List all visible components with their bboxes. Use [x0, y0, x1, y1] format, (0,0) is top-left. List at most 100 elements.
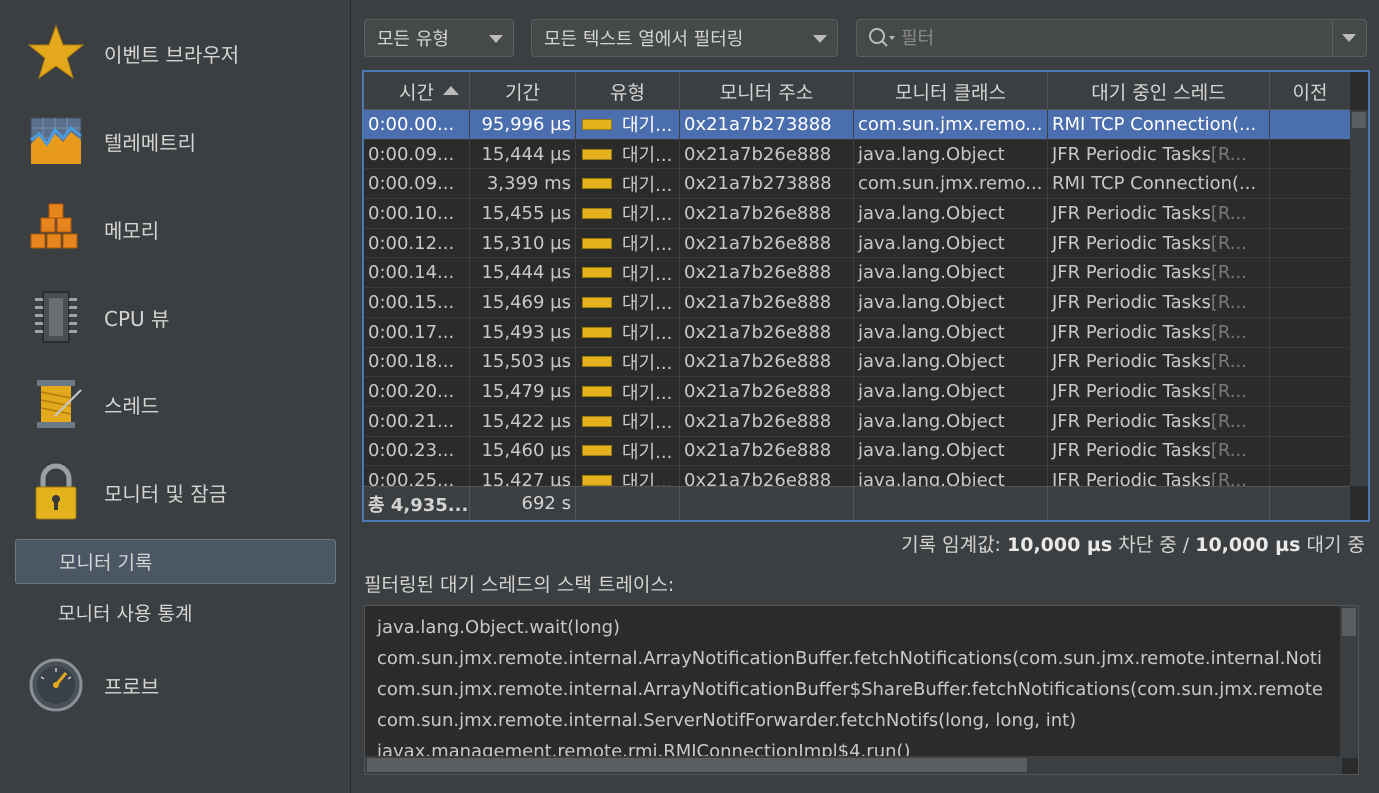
table-row[interactable]: 0:00.12... 15,310 µs 대기... 0x21a7b26e888 jav…: [364, 228, 1350, 259]
scrollbar-thumb[interactable]: [367, 758, 1027, 772]
cell-type: 대기...: [576, 466, 680, 486]
search-icon[interactable]: [867, 26, 897, 55]
cell-time: 0:00.09...: [364, 169, 470, 199]
sidebar-item-threads[interactable]: 스레드: [0, 364, 351, 444]
column-header-monitor-class[interactable]: 모니터 클래스: [854, 72, 1048, 110]
cell-previous: [1270, 377, 1350, 406]
table-row[interactable]: 0:00.23... 15,460 µs 대기... 0x21a7b26e888 jav…: [364, 436, 1350, 467]
scrollbar-thumb[interactable]: [1342, 608, 1356, 636]
cell-previous: [1270, 466, 1350, 486]
cell-duration: 15,493 µs: [470, 317, 576, 347]
wait-type-swatch-icon: [582, 445, 612, 457]
filter-history-dropdown-button[interactable]: [1332, 20, 1366, 56]
cell-duration: 15,427 µs: [470, 466, 576, 486]
table-row[interactable]: 0:00.17... 15,493 µs 대기... 0x21a7b26e888 jav…: [364, 317, 1350, 348]
thread-name: JFR Periodic Tasks: [1052, 291, 1211, 313]
cell-waiting-thread: JFR Periodic Tasks [R...: [1048, 139, 1270, 169]
stack-frame[interactable]: com.sun.jmx.remote.internal.ArrayNotific…: [365, 643, 1358, 674]
thread-name: JFR Periodic Tasks: [1052, 202, 1211, 224]
thread-name: JFR Periodic Tasks: [1052, 381, 1211, 403]
cell-type: 대기...: [576, 169, 680, 199]
cell-duration: 15,503 µs: [470, 347, 576, 377]
column-header-duration[interactable]: 기간: [470, 72, 576, 110]
thread-state: [R...: [1210, 410, 1247, 432]
column-header-previous[interactable]: 이전: [1270, 72, 1350, 110]
cell-time: 0:00.00...: [364, 110, 470, 139]
sidebar-item-telemetry[interactable]: 텔레메트리: [0, 101, 351, 181]
cell-waiting-thread: JFR Periodic Tasks [R...: [1048, 317, 1270, 347]
thread-state: [R...: [1210, 351, 1247, 373]
cell-time: 0:00.20...: [364, 377, 470, 406]
table-row[interactable]: 0:00.09... 3,399 ms 대기... 0x21a7b273888 com.…: [364, 169, 1350, 200]
column-header-time[interactable]: 시간: [364, 72, 470, 110]
thread-name: JFR Periodic Tasks: [1052, 321, 1211, 343]
main-panel: 모든 유형 모든 텍스트 열에서 필터링 시간 기간 유형 모니터 주소 모니터…: [352, 0, 1379, 793]
sidebar-subitem-monitor-usage-stats[interactable]: 모니터 사용 통계: [15, 590, 336, 635]
cell-type: 대기...: [576, 139, 680, 169]
column-header-waiting-thread[interactable]: 대기 중인 스레드: [1048, 72, 1270, 110]
filter-input[interactable]: [901, 24, 1321, 52]
sidebar-item-probes[interactable]: 프로브: [0, 645, 351, 725]
cell-monitor-address: 0x21a7b26e888: [680, 258, 854, 288]
wait-type-swatch-icon: [582, 237, 612, 249]
cell-duration: 15,460 µs: [470, 436, 576, 466]
scrollbar-thumb[interactable]: [1352, 112, 1366, 128]
cell-monitor-address: 0x21a7b26e888: [680, 139, 854, 169]
table-row[interactable]: 0:00.00... 95,996 µs 대기... 0x21a7b273888 com…: [364, 110, 1350, 140]
stack-horizontal-scrollbar[interactable]: [365, 756, 1342, 774]
filter-search-box: [856, 19, 1367, 57]
stack-frame[interactable]: com.sun.jmx.remote.internal.ServerNotifF…: [365, 705, 1358, 736]
thread-state: [R...: [1210, 440, 1247, 462]
wait-type-swatch-icon: [582, 296, 612, 308]
table-row[interactable]: 0:00.20... 15,479 µs 대기... 0x21a7b26e888 jav…: [364, 377, 1350, 407]
sidebar-subitem-monitor-history[interactable]: 모니터 기록: [15, 539, 336, 584]
table-row[interactable]: 0:00.25... 15,427 µs 대기... 0x21a7b26e888 jav…: [364, 466, 1350, 486]
stack-vertical-scrollbar[interactable]: [1340, 606, 1358, 758]
table-vertical-scrollbar[interactable]: [1350, 110, 1368, 486]
sidebar-item-memory[interactable]: 메모리: [0, 189, 351, 269]
cell-previous: [1270, 348, 1350, 377]
cell-waiting-thread: JFR Periodic Tasks [R...: [1048, 347, 1270, 377]
waiting-label: 대기 중: [1300, 534, 1366, 556]
cell-time: 0:00.12...: [364, 228, 470, 258]
cell-waiting-thread: JFR Periodic Tasks [R...: [1048, 377, 1270, 406]
sidebar-item-event-browser[interactable]: 이벤트 브라우저: [0, 13, 351, 93]
monitor-history-table[interactable]: 시간 기간 유형 모니터 주소 모니터 클래스 대기 중인 스레드 이전 0:0…: [362, 70, 1370, 522]
thread-name: JFR Periodic Tasks: [1052, 470, 1211, 486]
waiting-threshold-value: 10,000 µs: [1195, 534, 1301, 556]
cell-duration: 15,310 µs: [470, 228, 576, 258]
cell-previous: [1270, 318, 1350, 347]
cell-type: 대기...: [576, 110, 680, 139]
table-row[interactable]: 0:00.09... 15,444 µs 대기... 0x21a7b26e888 jav…: [364, 139, 1350, 170]
column-filter-dropdown[interactable]: 모든 텍스트 열에서 필터링: [531, 19, 838, 57]
cell-monitor-class: java.lang.Object: [854, 466, 1048, 486]
column-filter-value: 모든 텍스트 열에서 필터링: [544, 29, 744, 50]
column-header-monitor-address[interactable]: 모니터 주소: [680, 72, 854, 110]
thread-name: RMI TCP Connection(...: [1052, 113, 1257, 135]
stack-frame[interactable]: com.sun.jmx.remote.internal.ArrayNotific…: [365, 674, 1358, 705]
table-row[interactable]: 0:00.10... 15,455 µs 대기... 0x21a7b26e888 jav…: [364, 199, 1350, 229]
table-row[interactable]: 0:00.18... 15,503 µs 대기... 0x21a7b26e888 jav…: [364, 347, 1350, 378]
sidebar: 이벤트 브라우저 텔레메트리 메모리 CPU 뷰 스레드 모니터 및 잠금 모니…: [0, 0, 351, 793]
cell-time: 0:00.10...: [364, 199, 470, 228]
thread-name: JFR Periodic Tasks: [1052, 440, 1211, 462]
cell-type-label: 대기...: [622, 115, 673, 137]
column-header-type[interactable]: 유형: [576, 72, 680, 110]
type-filter-dropdown[interactable]: 모든 유형: [364, 19, 514, 57]
sidebar-item-monitors-locks[interactable]: 모니터 및 잠금: [0, 452, 351, 532]
cell-type: 대기...: [576, 228, 680, 258]
cell-monitor-class: java.lang.Object: [854, 258, 1048, 288]
cell-type-label: 대기...: [622, 234, 673, 256]
cell-type-label: 대기...: [622, 441, 673, 463]
thread-name: JFR Periodic Tasks: [1052, 232, 1211, 254]
cell-time: 0:00.17...: [364, 317, 470, 347]
table-row[interactable]: 0:00.15... 15,469 µs 대기... 0x21a7b26e888 jav…: [364, 288, 1350, 318]
stack-trace-panel[interactable]: java.lang.Object.wait(long) com.sun.jmx.r…: [364, 605, 1359, 775]
sidebar-item-cpu-view[interactable]: CPU 뷰: [0, 277, 351, 357]
footer-cell: [854, 487, 1048, 520]
stack-trace-title: 필터링된 대기 스레드의 스택 트레이스:: [364, 574, 675, 596]
cell-monitor-class: java.lang.Object: [854, 199, 1048, 228]
table-row[interactable]: 0:00.21... 15,422 µs 대기... 0x21a7b26e888 jav…: [364, 406, 1350, 437]
table-row[interactable]: 0:00.14... 15,444 µs 대기... 0x21a7b26e888 jav…: [364, 258, 1350, 289]
stack-frame[interactable]: java.lang.Object.wait(long): [365, 612, 1358, 643]
